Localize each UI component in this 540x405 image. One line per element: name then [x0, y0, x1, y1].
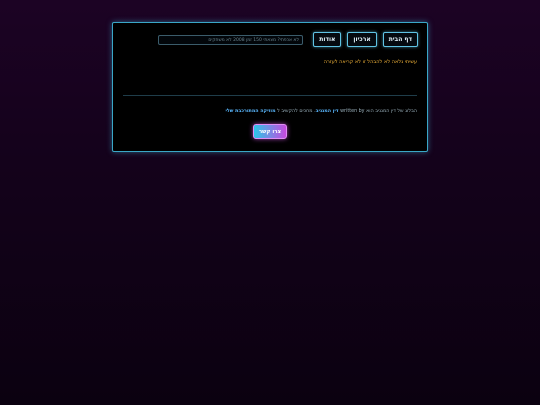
- nav-about-button[interactable]: אודות: [313, 32, 342, 47]
- footer-written: written: [340, 109, 358, 114]
- divider: [123, 95, 417, 96]
- footer-middle: . מחכים להקשיב ל: [277, 109, 316, 114]
- contact-button[interactable]: צרו קשר: [253, 124, 287, 139]
- footer-prefix: הבלוג של דין המגניב הוא: [366, 109, 417, 114]
- music-link[interactable]: מוזיקה המתורכבת שלי: [225, 109, 275, 114]
- author-link[interactable]: דין המגניב: [316, 109, 339, 114]
- nav-archive-button[interactable]: ארכיון: [347, 32, 377, 47]
- search-placeholder: לא אכפתי? מצאתי 150 זמן 2008 לא משחקים: [208, 37, 299, 43]
- top-nav: דף הבית ארכיון אודות: [313, 32, 418, 47]
- nav-home-button[interactable]: דף הבית: [382, 32, 418, 47]
- warning-text: עשיתי נלאה לא להבהל זו לא קריאה לעזרה: [323, 59, 417, 65]
- footer-credit: הבלוג של דין המגניב הוא written by דין ה…: [225, 109, 417, 114]
- main-panel: דף הבית ארכיון אודות לא אכפתי? מצאתי 150…: [112, 22, 428, 152]
- search-input[interactable]: לא אכפתי? מצאתי 150 זמן 2008 לא משחקים: [158, 35, 303, 45]
- footer-by: by: [358, 109, 365, 114]
